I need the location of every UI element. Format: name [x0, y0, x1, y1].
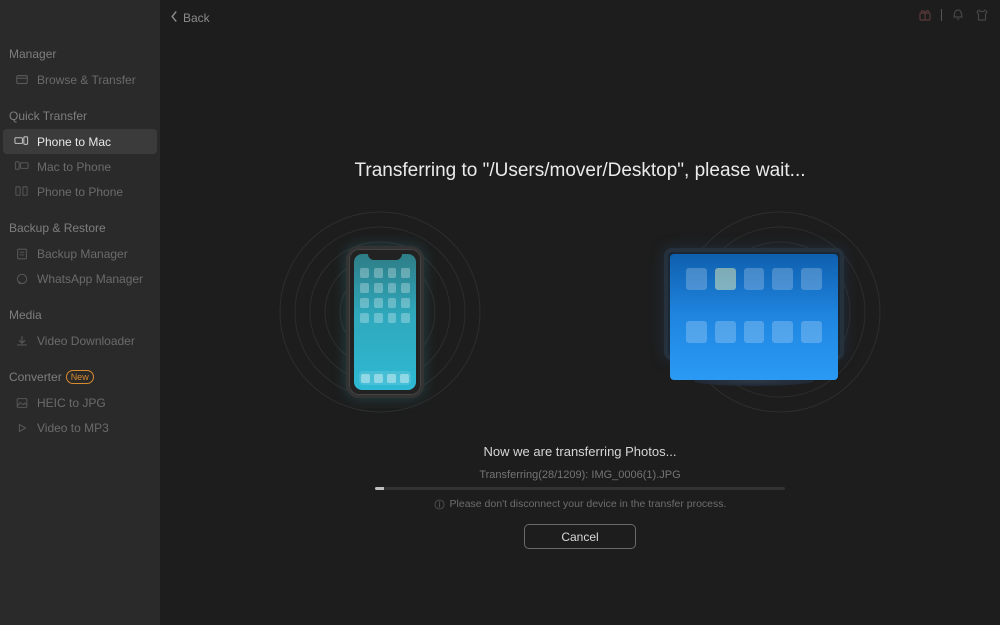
sidebar-item-label: Backup Manager — [37, 247, 128, 261]
sidebar-item-mac-to-phone[interactable]: Mac to Phone — [3, 154, 157, 179]
transfer-title: Transferring to "/Users/mover/Desktop", … — [355, 160, 806, 182]
download-icon — [14, 333, 29, 348]
main-area: Back Transferring to "/Users/mover/Deskt… — [160, 0, 1000, 625]
topbar: Back — [160, 0, 1000, 36]
sidebar-item-label: Browse & Transfer — [37, 73, 136, 87]
sidebar-item-label: Mac to Phone — [37, 160, 111, 174]
shirt-icon[interactable] — [974, 7, 990, 23]
progress-fill — [375, 487, 384, 490]
sidebar-item-label: Phone to Phone — [37, 185, 123, 199]
warning-text: Please don't disconnect your device in t… — [450, 498, 727, 510]
section-header-backup-restore: Backup & Restore — [0, 214, 160, 241]
sidebar-item-video-downloader[interactable]: Video Downloader — [3, 328, 157, 353]
backup-icon — [14, 246, 29, 261]
sidebar-item-whatsapp-manager[interactable]: WhatsApp Manager — [3, 266, 157, 291]
chevron-left-icon — [170, 11, 178, 25]
section-header-media: Media — [0, 301, 160, 328]
sidebar-item-browse-transfer[interactable]: Browse & Transfer — [3, 67, 157, 92]
sidebar-item-label: Video Downloader — [37, 334, 135, 348]
bell-icon[interactable] — [950, 7, 966, 23]
topbar-right — [917, 7, 990, 23]
sidebar-item-label: Video to MP3 — [37, 421, 109, 435]
mac-to-phone-icon — [14, 159, 29, 174]
sidebar-item-backup-manager[interactable]: Backup Manager — [3, 241, 157, 266]
cancel-button[interactable]: Cancel — [524, 524, 636, 549]
sidebar-item-heic-to-jpg[interactable]: HEIC to JPG — [3, 390, 157, 415]
section-header-converter: Converter New — [0, 363, 160, 390]
back-button[interactable]: Back — [170, 11, 210, 25]
section-header-quick-transfer: Quick Transfer — [0, 102, 160, 129]
progress-bar — [375, 487, 785, 490]
phone-device-icon — [346, 246, 424, 398]
transfer-panel: Transferring to "/Users/mover/Desktop", … — [160, 60, 1000, 625]
sidebar-item-label: Phone to Mac — [37, 135, 111, 149]
mac-device-icon — [664, 248, 844, 386]
section-header-manager: Manager — [0, 40, 160, 67]
sidebar-item-phone-to-mac[interactable]: Phone to Mac — [3, 129, 157, 154]
video-to-mp3-icon — [14, 420, 29, 435]
sidebar-item-label: HEIC to JPG — [37, 396, 106, 410]
phone-to-mac-icon — [14, 134, 29, 149]
gift-icon[interactable] — [917, 7, 933, 23]
phone-to-phone-icon — [14, 184, 29, 199]
sidebar-item-label: WhatsApp Manager — [37, 272, 143, 286]
browse-icon — [14, 72, 29, 87]
transfer-illustration — [300, 202, 860, 422]
sidebar-item-phone-to-phone[interactable]: Phone to Phone — [3, 179, 157, 204]
sidebar: Manager Browse & Transfer Quick Transfer… — [0, 0, 160, 625]
warning-line: Please don't disconnect your device in t… — [434, 498, 727, 510]
info-icon — [434, 499, 445, 510]
back-label: Back — [183, 11, 210, 25]
whatsapp-icon — [14, 271, 29, 286]
transfer-status-primary: Now we are transferring Photos... — [484, 444, 677, 459]
sidebar-item-video-to-mp3[interactable]: Video to MP3 — [3, 415, 157, 440]
new-badge: New — [66, 370, 94, 384]
divider — [941, 9, 942, 21]
transfer-status-file: Transferring(28/1209): IMG_0006(1).JPG — [479, 469, 680, 481]
heic-icon — [14, 395, 29, 410]
